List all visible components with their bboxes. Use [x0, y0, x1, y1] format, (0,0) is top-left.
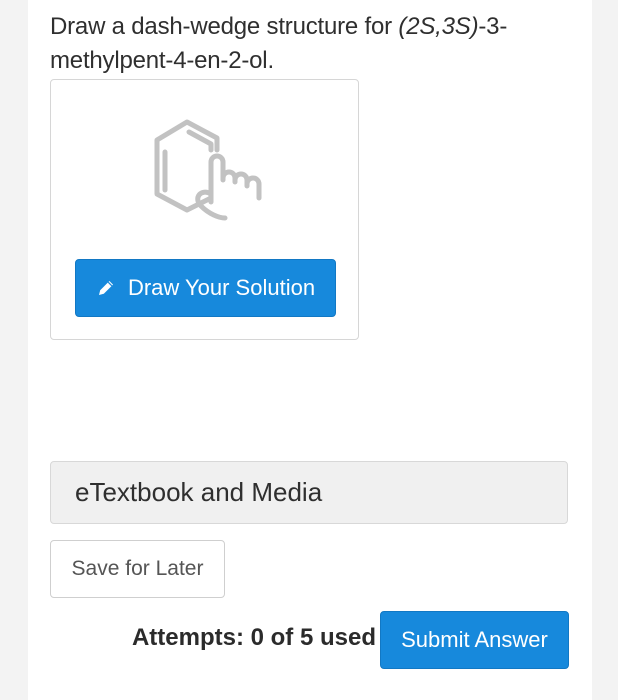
- question-prefix: Draw a dash-wedge structure for: [50, 13, 399, 40]
- save-for-later-label: Save for Later: [71, 557, 204, 580]
- draw-solution-label: Draw Your Solution: [127, 275, 316, 300]
- draw-solution-button[interactable]: Draw Your Solution: [75, 259, 336, 317]
- submit-answer-label: Submit Answer: [401, 627, 548, 652]
- question-panel: Draw a dash-wedge structure for (2S,3S)-…: [28, 0, 592, 700]
- pencil-icon: [98, 281, 113, 295]
- drawing-card: Draw Your Solution: [50, 79, 359, 340]
- attempts-counter: Attempts: 0 of 5 used: [131, 624, 376, 651]
- etextbook-media-label: eTextbook and Media: [75, 477, 323, 507]
- save-for-later-button[interactable]: Save for Later: [50, 540, 225, 598]
- question-stereo: (2S,3S): [398, 13, 479, 40]
- etextbook-media-toggle[interactable]: eTextbook and Media: [50, 461, 568, 524]
- question-text: Draw a dash-wedge structure for (2S,3S)-…: [50, 10, 570, 78]
- submit-answer-button[interactable]: Submit Answer: [380, 611, 569, 669]
- molecule-hand-icon: [154, 119, 262, 221]
